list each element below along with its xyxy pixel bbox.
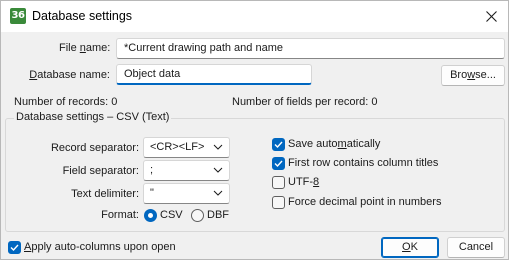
database-settings-dialog: 36 Database settings File name: *Current… <box>0 0 509 260</box>
text-delimiter-label: Text delimiter: <box>71 188 139 200</box>
format-csv-radio[interactable] <box>144 209 157 222</box>
apply-auto-columns-label[interactable]: Apply auto-columns upon open <box>24 241 176 253</box>
apply-auto-columns-checkbox[interactable] <box>8 241 21 254</box>
app-icon: 36 <box>10 8 26 24</box>
text-delimiter-value: " <box>150 187 154 199</box>
record-separator-label: Record separator: <box>50 142 139 154</box>
number-of-fields: Number of fields per record: 0 <box>232 96 378 108</box>
ok-button[interactable]: OK <box>381 237 439 258</box>
title-bar: 36 Database settings <box>1 1 508 32</box>
first-row-titles-checkbox[interactable] <box>272 157 285 170</box>
close-icon <box>485 11 497 22</box>
record-separator-value: <CR><LF> <box>150 141 205 153</box>
format-label: Format: <box>101 209 139 221</box>
close-button[interactable] <box>474 1 508 32</box>
chevron-down-icon <box>213 144 223 150</box>
format-dbf-label[interactable]: DBF <box>207 209 229 221</box>
file-name-field[interactable]: *Current drawing path and name <box>116 38 505 59</box>
force-decimal-point-checkbox[interactable] <box>272 196 285 209</box>
checkmark-icon <box>274 141 283 149</box>
chevron-down-icon <box>213 167 223 173</box>
browse-button[interactable]: Browse... <box>441 65 505 86</box>
field-separator-label: Field separator: <box>62 165 139 177</box>
force-decimal-point-label[interactable]: Force decimal point in numbers <box>288 196 441 208</box>
save-automatically-checkbox[interactable] <box>272 138 285 151</box>
utf8-label[interactable]: UTF-8 <box>288 176 319 188</box>
utf8-checkbox[interactable] <box>272 176 285 189</box>
field-separator-select[interactable]: ; <box>143 160 230 181</box>
number-of-records: Number of records: 0 <box>14 96 118 108</box>
record-separator-select[interactable]: <CR><LF> <box>143 137 230 158</box>
field-separator-value: ; <box>150 164 154 176</box>
first-row-titles-label[interactable]: First row contains column titles <box>288 157 438 169</box>
checkmark-icon <box>274 160 283 168</box>
cancel-button[interactable]: Cancel <box>447 237 505 258</box>
format-csv-label[interactable]: CSV <box>160 209 183 221</box>
format-dbf-radio[interactable] <box>191 209 204 222</box>
chevron-down-icon <box>213 190 223 196</box>
file-name-label: File name: <box>59 42 111 54</box>
csv-settings-group-title: Database settings – CSV (Text) <box>14 111 172 123</box>
save-automatically-label[interactable]: Save automatically <box>288 138 380 150</box>
database-name-label: Database name: <box>29 69 110 81</box>
text-delimiter-select[interactable]: " <box>143 183 230 204</box>
database-name-field[interactable]: Object data <box>116 64 312 85</box>
window-title: Database settings <box>32 9 133 23</box>
checkmark-icon <box>10 244 19 252</box>
